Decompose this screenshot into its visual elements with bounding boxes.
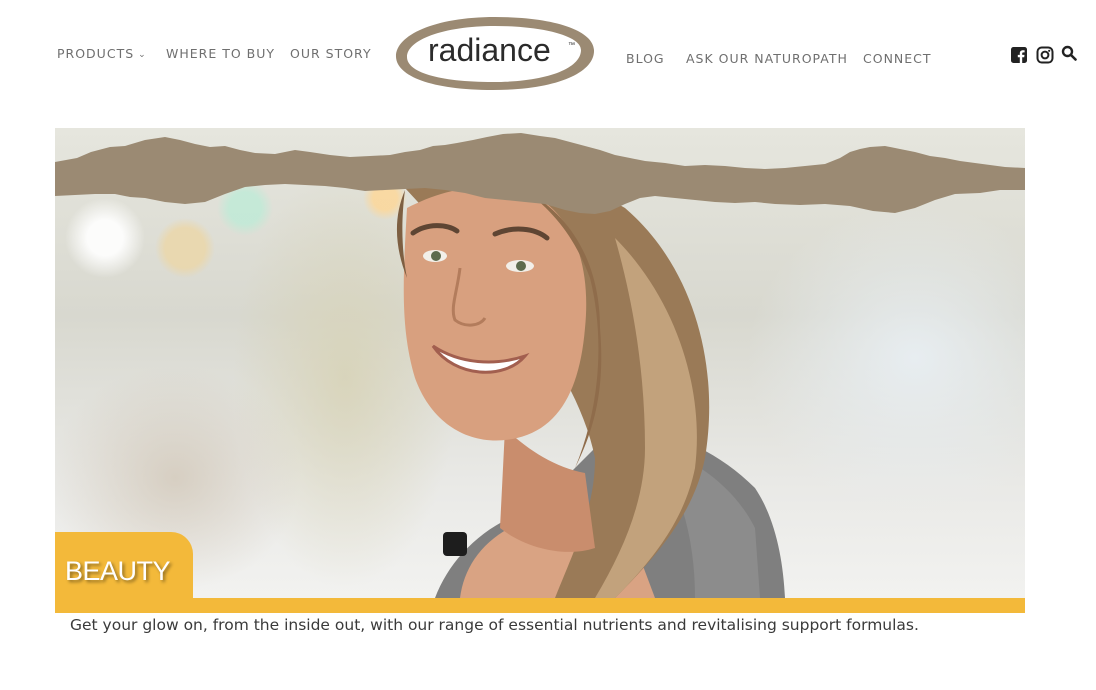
nav-ask-our-naturopath-label: ASK OUR NATUROPATH: [686, 51, 848, 66]
nav-ask-our-naturopath[interactable]: ASK OUR NATUROPATH: [686, 51, 848, 66]
search-icon[interactable]: [1061, 45, 1081, 65]
radiance-logo[interactable]: radiance ™: [393, 14, 597, 92]
nav-where-to-buy[interactable]: WHERE TO BUY: [166, 46, 275, 61]
facebook-icon[interactable]: [1010, 46, 1030, 66]
hero-banner: [55, 128, 1025, 598]
nav-products-label: PRODUCTS: [57, 46, 135, 61]
category-tagline: Get your glow on, from the inside out, w…: [70, 616, 919, 634]
logo-trademark: ™: [568, 42, 575, 49]
category-label: BEAUTY: [65, 556, 171, 586]
nav-products[interactable]: PRODUCTS ⌄: [57, 46, 147, 61]
nav-connect-label: CONNECT: [863, 51, 932, 66]
nav-where-to-buy-label: WHERE TO BUY: [166, 46, 276, 61]
page: PRODUCTS ⌄ WHERE TO BUY OUR STORY radianc…: [0, 0, 1096, 690]
mountain-silhouette: [55, 133, 1025, 214]
nav-blog-label: BLOG: [626, 51, 665, 66]
nav-our-story[interactable]: OUR STORY: [290, 46, 372, 61]
nav-our-story-label: OUR STORY: [290, 46, 372, 61]
nav-connect[interactable]: CONNECT: [863, 51, 932, 66]
logo-wordmark: radiance: [428, 32, 551, 68]
nav-blog[interactable]: BLOG: [626, 51, 665, 66]
instagram-icon[interactable]: [1036, 46, 1056, 66]
accent-bar: [55, 598, 1025, 613]
chevron-down-icon: ⌄: [138, 50, 147, 60]
